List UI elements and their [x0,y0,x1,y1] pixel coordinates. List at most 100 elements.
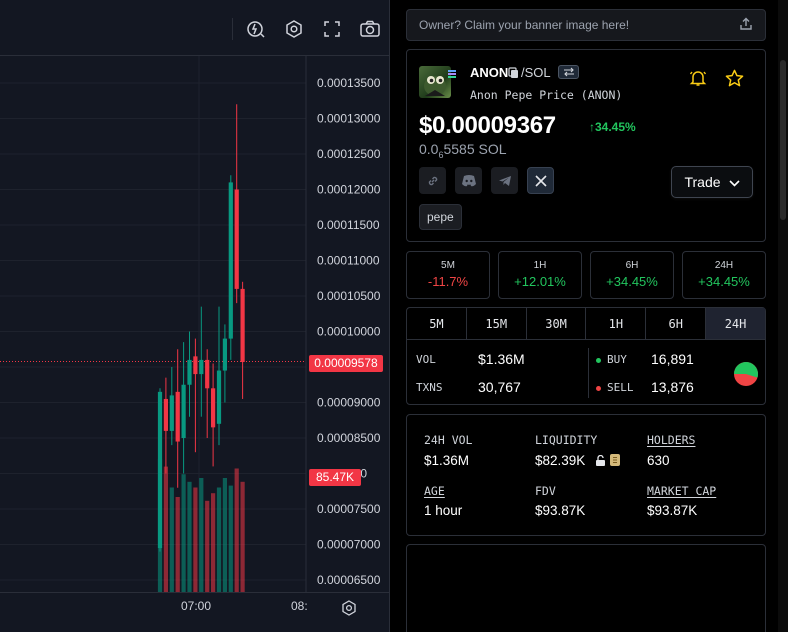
trade-button[interactable]: Trade [671,166,753,198]
volume-bar [187,481,192,592]
fdv-label: FDV [535,484,556,498]
vol24-value: $1.36M [424,453,470,468]
time-axis[interactable]: 07:00 08: [0,592,390,632]
tab-5m[interactable]: 5M [407,308,467,339]
change-value: -11.7% [427,274,469,289]
change-value: +34.45% [698,274,750,289]
change-label: 6H [625,260,639,271]
age-link[interactable]: AGE [424,484,445,498]
price-axis-label: 0.00013000 [317,112,381,126]
price-usd: $0.00009367 [419,112,556,139]
buy-value: 16,891 [651,351,694,367]
buy-dot-icon [596,358,601,363]
tab-6h[interactable]: 6H [646,308,707,339]
metrics-card: 24H VOL $1.36M LIQUIDITY $82.39K HOLDERS… [406,414,766,536]
claim-banner[interactable]: Owner? Claim your banner image here! [406,9,766,41]
star-icon[interactable] [725,69,744,93]
change-box-5m[interactable]: 5M -11.7% [406,251,490,299]
candle-body [240,288,245,363]
replay-icon[interactable] [243,16,269,42]
pair-quote: /SOL [521,65,551,80]
change-box-24h[interactable]: 24H +34.45% [682,251,766,299]
time-label: 07:00 [181,599,212,613]
price-axis-label: 0.00012500 [317,147,381,161]
holders-value: 630 [647,453,670,468]
trade-button-label: Trade [684,174,721,190]
candle-body [175,391,180,442]
change-label: 1H [533,260,547,271]
stats-divider [588,348,589,398]
volume-bar [193,487,198,592]
candlestick-chart[interactable]: 0.00013500 0.00013000 0.00012500 0.00012000… [0,56,390,592]
tag-pepe[interactable]: pepe [419,204,462,230]
tab-1h[interactable]: 1H [586,308,647,339]
volume-bar [175,497,180,592]
change-box-1h[interactable]: 1H +12.01% [498,251,582,299]
vol-label: VOL [416,353,436,366]
sell-value: 13,876 [651,379,694,395]
volume-bar [216,487,222,592]
link-icon[interactable] [419,167,446,194]
tab-24h[interactable]: 24H [706,308,765,339]
copy-icon[interactable] [508,66,519,84]
holders-link[interactable]: HOLDERS [647,433,695,447]
axis-settings-icon[interactable] [340,599,358,617]
solana-chain-icon [447,66,457,78]
candle-body [157,391,163,549]
camera-icon[interactable] [357,16,383,42]
token-header-card: ANON /SOL Anon Pepe Price (ANON) $0.0000… [406,49,766,242]
swap-icon[interactable] [558,65,579,79]
candle-body [199,359,204,375]
liquidity-label: LIQUIDITY [535,433,598,447]
discord-icon[interactable] [455,167,482,194]
candle-body [169,395,174,431]
vol24-label: 24H VOL [424,433,473,447]
market-cap-link[interactable]: MARKET CAP [647,484,716,498]
token-info-panel: Owner? Claim your banner image here! ANO… [406,0,766,632]
share-icon[interactable] [739,17,753,34]
price-axis-label: 0.00008500 [317,431,381,445]
chart-panel[interactable]: 0.00013500 0.00013000 0.00012500 0.00012000… [0,0,390,632]
time-label: 08: [291,599,308,613]
volume-bar [169,487,174,592]
volume-bar [211,493,216,592]
volume-bar [240,481,245,592]
change-value: +12.01% [514,274,566,289]
coin-icon [609,453,621,472]
price-native: 0.065585 SOL [419,141,507,160]
candle-body [193,356,198,375]
settings-icon[interactable] [281,16,307,42]
x-icon[interactable] [527,167,554,194]
buy-label: BUY [607,353,627,366]
change-box-6h[interactable]: 6H +34.45% [590,251,674,299]
vol-value: $1.36M [478,351,525,367]
scrollbar[interactable] [778,0,788,632]
tab-15m[interactable]: 15M [467,308,527,339]
sell-dot-icon [596,386,601,391]
price-axis-label: 0.00007000 [317,538,381,552]
volume-bar [205,500,210,592]
change-label: 24H [714,260,734,271]
market-cap-value: $93.87K [647,503,698,518]
change-value: +34.45% [606,274,658,289]
token-fullname: Anon Pepe Price (ANON) [470,88,623,102]
fullscreen-icon[interactable] [319,16,345,42]
price-native-rest: 5585 SOL [443,141,507,157]
tab-30m[interactable]: 30M [527,308,587,339]
bell-icon[interactable] [689,69,707,92]
price-axis-label: 0.00009000 [317,396,381,410]
price-axis-label: 0.00011500 [317,218,380,232]
price-axis-label: 0.00006500 [317,573,381,587]
trade-stats-card: 5M 15M 30M 1H 6H 24H VOL $1.36M TXNS 30,… [406,307,766,405]
price-axis-label: 0.00007500 [317,502,381,516]
scrollbar-thumb[interactable] [780,60,786,220]
fdv-value: $93.87K [535,503,586,518]
volume-bar [234,468,239,592]
telegram-icon[interactable] [491,167,518,194]
lower-card [406,544,766,632]
candle-body [228,182,233,339]
price-axis-label: 0.00011000 [317,254,380,268]
volume-bar [163,466,168,592]
candle-body [187,359,192,385]
volume-bar [199,478,204,592]
